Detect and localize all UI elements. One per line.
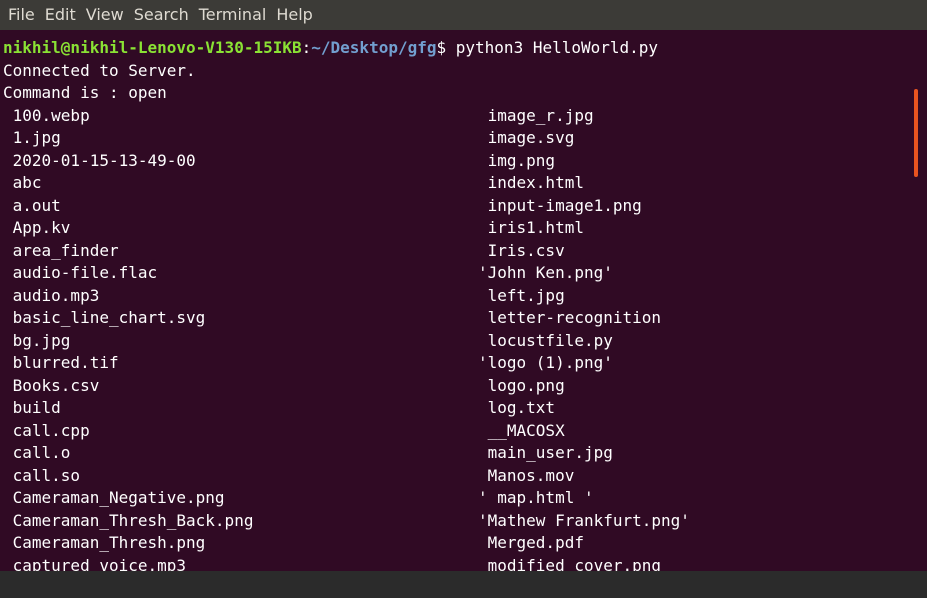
menu-bar: File Edit View Search Terminal Help: [0, 0, 927, 30]
menu-file[interactable]: File: [4, 0, 39, 30]
file-entry: log.txt: [478, 398, 556, 417]
menu-view[interactable]: View: [82, 0, 128, 30]
file-entry: __MACOSX: [478, 420, 565, 440]
file-entry: area_finder: [3, 240, 119, 260]
file-entry: a.out: [3, 195, 61, 215]
terminal-window: File Edit View Search Terminal Help nikh…: [0, 0, 927, 598]
file-entry: 2020-01-15-13-49-00: [3, 150, 196, 170]
file-entry: call.cpp: [3, 420, 90, 440]
file-entry: captured_voice.mp3: [3, 555, 187, 572]
file-entry: blurred.tif: [3, 353, 119, 372]
file-entry: Books.csv: [3, 375, 100, 395]
window-footer: [0, 571, 927, 598]
file-entry: main_user.jpg: [478, 443, 613, 462]
file-entry: Cameraman_Thresh_Back.png: [3, 510, 254, 530]
file-entry: basic_line_chart.svg: [3, 308, 206, 327]
file-entry: App.kv: [3, 218, 71, 237]
prompt-line: nikhil@nikhil-Lenovo-V130-15IKB:~/Deskto…: [3, 37, 658, 60]
file-entry: call.so: [3, 465, 81, 485]
menu-search[interactable]: Search: [130, 0, 193, 30]
file-entry: Merged.pdf: [478, 533, 584, 552]
file-entry: left.jpg: [478, 285, 565, 305]
file-entry: image.svg: [478, 128, 575, 147]
prompt-path: ~/Desktop/gfg: [311, 38, 437, 57]
file-entry: 'logo (1).png': [478, 353, 613, 372]
output-line: Connected to Server.: [3, 60, 196, 80]
menu-edit[interactable]: Edit: [41, 0, 80, 30]
file-entry: input-image1.png: [478, 195, 642, 215]
file-entry: call.o: [3, 443, 71, 462]
file-entry: locustfile.py: [478, 330, 613, 350]
menu-help[interactable]: Help: [272, 0, 316, 30]
terminal-output[interactable]: nikhil@nikhil-Lenovo-V130-15IKB:~/Deskto…: [0, 30, 927, 571]
file-entry: 100.webp: [3, 105, 90, 125]
file-entry: iris1.html: [478, 218, 584, 237]
prompt-dollar: $: [436, 38, 456, 57]
file-entry: 'Mathew Frankfurt.png': [478, 510, 690, 530]
file-entry: image_r.jpg: [478, 105, 594, 125]
file-entry: logo.png: [478, 375, 565, 395]
file-entry: img.png: [478, 150, 556, 170]
file-entry: Cameraman_Negative.png: [3, 488, 225, 507]
prompt-command: python3 HelloWorld.py: [455, 38, 659, 57]
file-entry: 'John Ken.png': [478, 263, 613, 282]
file-entry: modified_cover.png: [478, 555, 662, 572]
file-entry: build: [3, 398, 61, 417]
file-entry: abc: [3, 173, 42, 192]
file-entry: index.html: [478, 173, 584, 192]
file-entry: audio-file.flac: [3, 263, 158, 282]
file-entry: audio.mp3: [3, 285, 100, 305]
file-entry: 1.jpg: [3, 128, 61, 147]
scrollbar-thumb[interactable]: [914, 89, 918, 177]
file-entry: Iris.csv: [478, 240, 565, 260]
file-entry: letter-recognition: [478, 308, 662, 327]
file-entry: bg.jpg: [3, 330, 71, 350]
prompt-user-host: nikhil@nikhil-Lenovo-V130-15IKB: [3, 38, 302, 57]
file-entry: Manos.mov: [478, 465, 575, 485]
file-entry: ' map.html ': [478, 488, 594, 507]
prompt-colon: :: [301, 38, 312, 57]
file-entry: Cameraman_Thresh.png: [3, 533, 206, 552]
menu-terminal[interactable]: Terminal: [195, 0, 271, 30]
output-line: Command is : open: [3, 83, 167, 102]
